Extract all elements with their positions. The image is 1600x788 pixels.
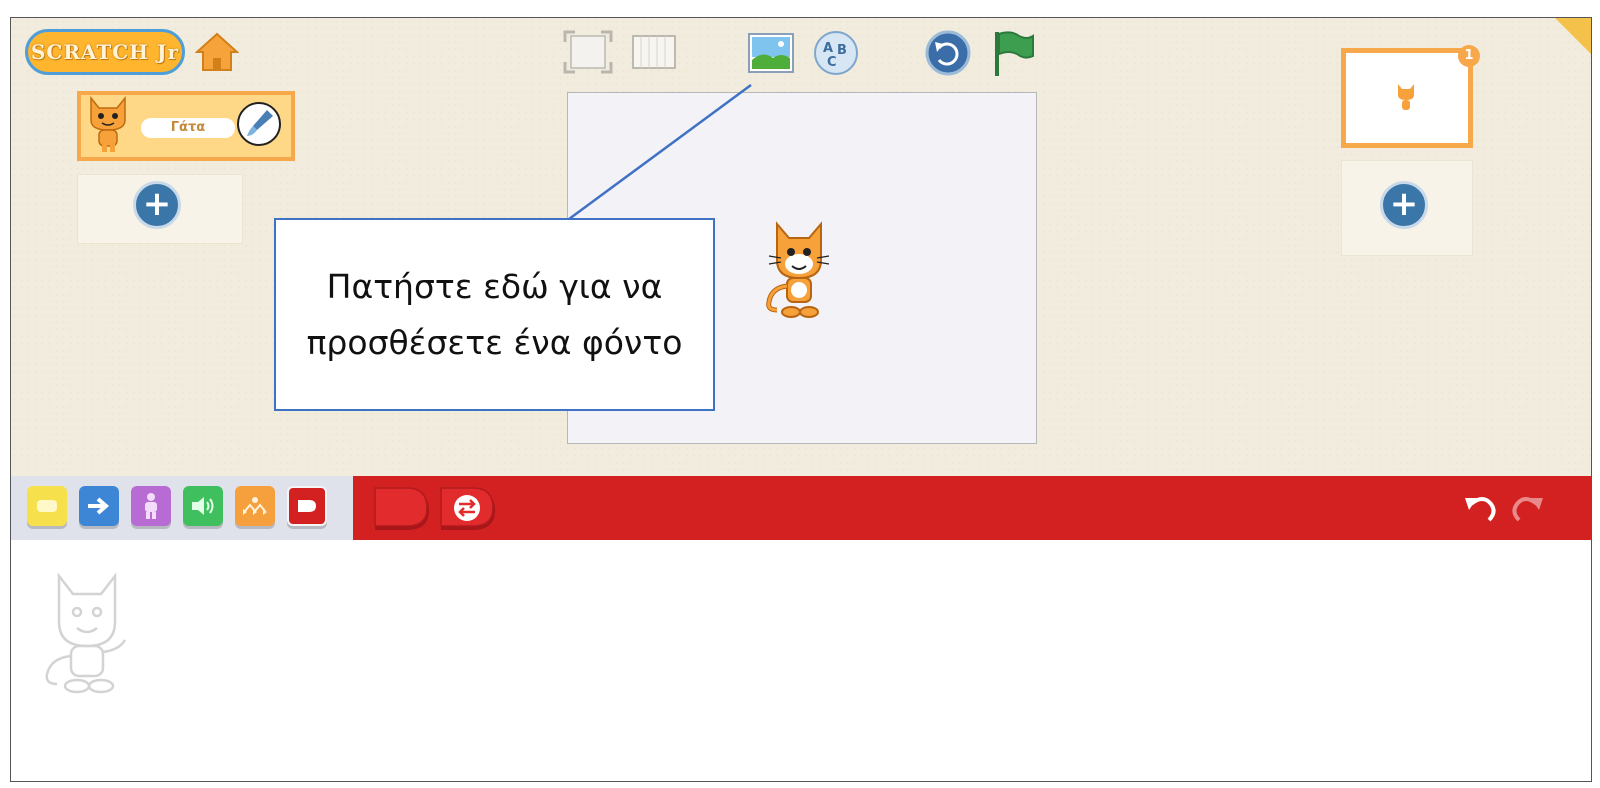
- add-page-plus-icon[interactable]: +: [1380, 181, 1428, 229]
- page-number-badge: 1: [1458, 45, 1480, 67]
- redo-icon[interactable]: [1511, 490, 1545, 524]
- scratchjr-window: SCRATCH Jr A B C Γάτα + Πατήστε εδώ για …: [10, 17, 1592, 782]
- category-trigger-button[interactable]: [27, 486, 67, 526]
- page-thumbnail-cat-icon: [1395, 82, 1417, 112]
- repeat-forever-block-icon[interactable]: [439, 484, 499, 536]
- category-looks-person-icon[interactable]: [131, 486, 171, 526]
- script-area[interactable]: [11, 540, 1591, 781]
- undo-icon[interactable]: [1463, 490, 1497, 524]
- script-area-cat-watermark: [39, 566, 135, 696]
- callout-text: Πατήστε εδώ για να προσθέσετε ένα φόντο: [306, 266, 683, 362]
- category-sound-speaker-icon[interactable]: [183, 486, 223, 526]
- end-block[interactable]: [373, 484, 433, 536]
- instruction-callout: Πατήστε εδώ για να προσθέσετε ένα φόντο: [274, 218, 715, 411]
- category-end-icon[interactable]: [287, 486, 327, 526]
- category-motion-arrow-icon[interactable]: [79, 486, 119, 526]
- category-control-icon[interactable]: [235, 486, 275, 526]
